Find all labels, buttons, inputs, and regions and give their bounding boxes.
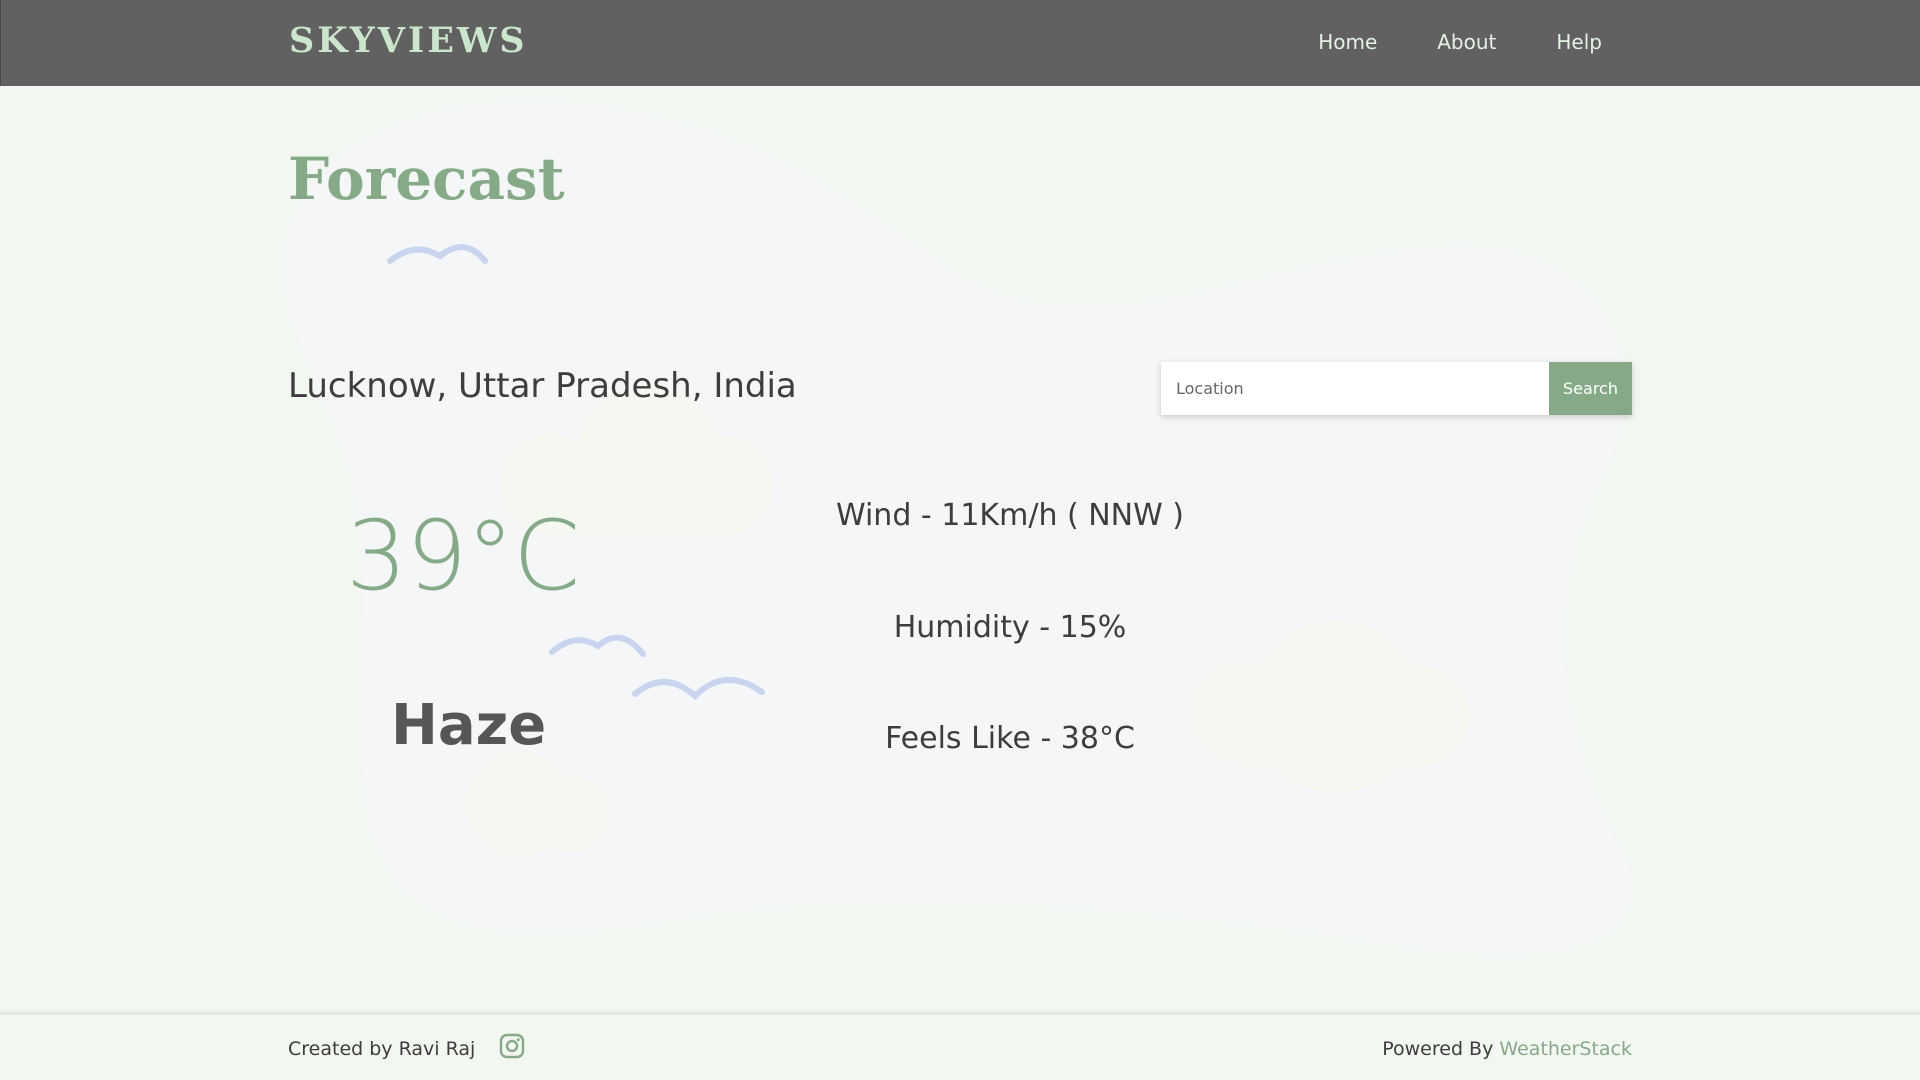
- search-button[interactable]: Search: [1549, 362, 1632, 415]
- main-nav: Home About Help: [1258, 30, 1602, 54]
- weatherstack-link[interactable]: WeatherStack: [1499, 1038, 1632, 1060]
- powered-by-text: Powered By WeatherStack: [1382, 1038, 1632, 1060]
- location-search-form: Search: [1161, 362, 1632, 415]
- cloud-illustration: [465, 751, 610, 857]
- footer: Created by Ravi Raj Powered By WeatherSt…: [0, 1013, 1920, 1080]
- wind-info: Wind - 11Km/h ( NNW ): [835, 498, 1185, 533]
- brand-logo-link[interactable]: SKYVIEWS: [289, 20, 528, 61]
- page-title: Forecast: [288, 145, 565, 213]
- created-by-text: Created by Ravi Raj: [288, 1038, 476, 1060]
- location-search-input[interactable]: [1161, 362, 1549, 415]
- humidity-info: Humidity - 15%: [893, 610, 1127, 645]
- birds-illustration: [387, 244, 765, 701]
- nav-help-link[interactable]: Help: [1556, 30, 1602, 54]
- weather-page: SKYVIEWS Home About Help Forecast Luckno…: [0, 0, 1920, 1080]
- feels-like-info: Feels Like - 38°C: [885, 721, 1135, 756]
- temperature-value: 39°C: [346, 500, 580, 612]
- cloud-illustration: [1190, 621, 1470, 793]
- weather-condition: Haze: [391, 693, 547, 758]
- nav-home-link[interactable]: Home: [1318, 30, 1377, 54]
- background-blob-illustration: [283, 100, 1633, 955]
- instagram-icon[interactable]: [499, 1033, 525, 1059]
- nav-about-link[interactable]: About: [1437, 30, 1496, 54]
- location-name: Lucknow, Uttar Pradesh, India: [288, 366, 797, 406]
- powered-by-prefix: Powered By: [1382, 1038, 1494, 1060]
- top-navbar: SKYVIEWS Home About Help: [0, 0, 1920, 86]
